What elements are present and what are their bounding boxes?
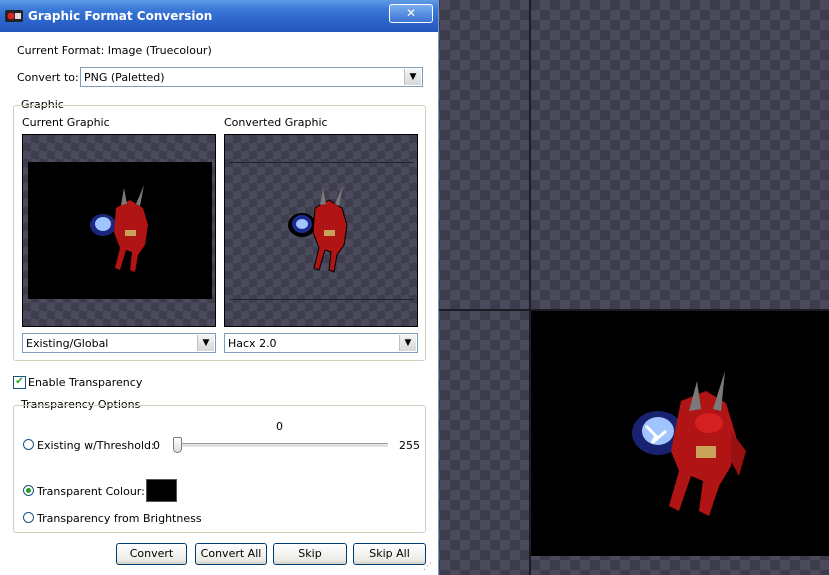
resize-grip-icon[interactable]: ⋰ — [423, 562, 435, 574]
current-palette-dropdown[interactable]: Existing/Global ▼ — [22, 333, 216, 353]
threshold-max-label: 255 — [399, 439, 420, 452]
threshold-min-label: 0 — [153, 439, 160, 452]
convert-to-dropdown[interactable]: PNG (Paletted) ▼ — [80, 67, 423, 87]
sprite-current — [90, 185, 148, 272]
chevron-down-icon: ▼ — [399, 335, 416, 351]
threshold-radio[interactable] — [23, 439, 34, 450]
enable-transparency-checkbox[interactable]: ✔ — [13, 376, 26, 389]
threshold-slider-track[interactable] — [173, 443, 388, 448]
transparent-colour-radio[interactable] — [23, 485, 34, 496]
sprite-preview-large — [632, 371, 746, 516]
sprite-converted — [288, 185, 348, 273]
skip-button[interactable]: Skip — [273, 543, 347, 565]
skip-all-button[interactable]: Skip All — [353, 543, 426, 565]
close-icon: ✕ — [405, 6, 417, 20]
dialog-title: Graphic Format Conversion — [28, 9, 213, 23]
chevron-down-icon: ▼ — [404, 69, 421, 85]
large-preview-canvas — [531, 311, 829, 556]
threshold-label[interactable]: Existing w/Threshold: — [37, 439, 155, 452]
converted-palette-dropdown[interactable]: Hacx 2.0 ▼ — [224, 333, 418, 353]
converted-graphic-preview — [224, 134, 418, 327]
graphic-format-conversion-dialog: Graphic Format Conversion ✕ Current Form… — [0, 0, 439, 575]
converted-graphic-label: Converted Graphic — [224, 116, 328, 129]
chevron-down-icon: ▼ — [197, 335, 214, 351]
close-button[interactable]: ✕ — [389, 4, 433, 23]
current-graphic-label: Current Graphic — [22, 116, 110, 129]
brightness-label[interactable]: Transparency from Brightness — [37, 512, 202, 525]
current-graphic-preview — [22, 134, 216, 327]
converted-palette-value: Hacx 2.0 — [228, 337, 277, 350]
converted-bottom-line — [230, 299, 414, 300]
transparent-colour-label[interactable]: Transparent Colour: — [37, 485, 145, 498]
converted-top-line — [230, 162, 414, 163]
convert-button[interactable]: Convert — [116, 543, 187, 565]
threshold-value-readout: 0 — [276, 420, 283, 433]
enable-transparency-label[interactable]: Enable Transparency — [28, 376, 142, 389]
convert-to-value: PNG (Paletted) — [84, 71, 165, 84]
convert-all-button[interactable]: Convert All — [195, 543, 267, 565]
convert-to-label: Convert to: — [17, 71, 79, 84]
transparent-colour-swatch[interactable] — [146, 479, 177, 502]
app-icon — [5, 10, 23, 22]
current-format-label: Current Format: Image (Truecolour) — [17, 44, 212, 57]
checkmark-icon: ✔ — [15, 376, 24, 387]
current-palette-value: Existing/Global — [26, 337, 109, 350]
dialog-title-bar[interactable]: Graphic Format Conversion — [0, 0, 438, 32]
dialog-body: Current Format: Image (Truecolour) Conve… — [0, 32, 438, 575]
brightness-radio[interactable] — [23, 512, 34, 523]
threshold-slider-thumb[interactable] — [173, 437, 182, 453]
